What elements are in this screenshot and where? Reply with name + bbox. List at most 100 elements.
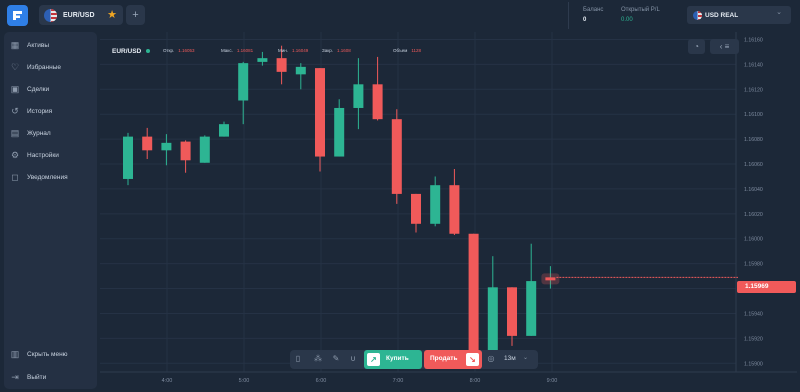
chevron-down-icon[interactable]: ⌄ [523, 354, 528, 361]
y-tick-label: 1.16060 [744, 162, 763, 168]
y-tick-label: 1.16120 [744, 87, 763, 93]
draw-icon[interactable]: ✎ [330, 353, 342, 365]
current-price-tag: 1.15969 [737, 281, 796, 293]
chevron-left-icon: ‹ ≡ [719, 42, 730, 51]
high-value: 1.16081 [236, 48, 254, 53]
candle-body [257, 58, 268, 62]
collapse-panel-button[interactable]: ‹ ≡ [710, 39, 739, 54]
balance-label: Баланс [583, 7, 604, 13]
sidebar-item-favorites[interactable]: ♡ Избранные [10, 61, 61, 73]
sidebar-item-history[interactable]: ↺ История [10, 105, 52, 117]
candle-body [449, 185, 460, 234]
close-label: Закр. [322, 48, 333, 53]
sidebar-item-label: Сделки [27, 85, 50, 93]
sidebar-item-settings[interactable]: ⚙ Настройки [10, 149, 59, 161]
live-indicator-icon [146, 49, 151, 53]
candle-body [142, 136, 153, 151]
timer-icon[interactable]: ◎ [485, 353, 497, 365]
y-tick-label: 1.15980 [744, 262, 763, 268]
low-label: Мин. [278, 48, 288, 53]
book-icon: ▤ [10, 128, 20, 138]
indicators-icon[interactable]: ⁂ [312, 353, 324, 365]
sell-button[interactable]: Продать ↘ [424, 350, 482, 369]
ohlc-volume: Объем 1128 [393, 48, 421, 53]
candle-body [526, 281, 537, 336]
account-selector[interactable]: USD REAL ⌄ [687, 6, 791, 24]
close-value: 1.1608 [336, 48, 351, 53]
grid-icon: ▦ [10, 40, 20, 50]
pl-label: Открытый P/L [621, 7, 660, 13]
candle-body [353, 84, 364, 108]
open-value: 1.16053 [178, 48, 195, 53]
candle-body [430, 185, 441, 224]
trade-bar: ▯ ⁂ ✎ ∪ ↗ Купить Продать ↘ ◎ 13м ⌄ [290, 350, 538, 369]
buy-button[interactable]: ↗ Купить [364, 350, 422, 369]
timeframe-value[interactable]: 13м [504, 355, 516, 362]
candle-body [276, 58, 287, 72]
y-tick-label: 1.16040 [744, 187, 763, 193]
candle-body [372, 84, 383, 120]
y-tick-label: 1.16020 [744, 212, 763, 218]
app-logo[interactable] [7, 5, 28, 26]
candle-body [411, 193, 421, 224]
high-label: Макс. [221, 48, 233, 53]
asset-tab-eurusd[interactable]: EUR/USD ★ [39, 5, 123, 25]
ohlc-close: Закр. 1.1608 [322, 48, 351, 53]
sidebar-item-label: Активы [27, 41, 49, 49]
logout-icon: ⇥ [11, 372, 19, 382]
chart-header: EUR/USD [112, 47, 151, 55]
layout-icon[interactable]: ▯ [292, 353, 304, 365]
bell-icon: ◻ [11, 172, 19, 182]
collapse-icon: ▥ [10, 349, 20, 359]
chevron-down-icon: ⌄ [776, 9, 782, 16]
favorite-star-icon[interactable]: ★ [107, 8, 117, 21]
top-bar: EUR/USD ★ + Баланс 0 Открытый P/L 0.00 U… [0, 0, 800, 30]
history-icon: ↺ [11, 106, 19, 116]
candle-body [238, 63, 249, 101]
buy-label: Купить [386, 355, 409, 362]
y-tick-label: 1.16140 [744, 62, 763, 68]
y-tick-label: 1.16000 [744, 237, 763, 243]
current-candle-glow [541, 273, 560, 285]
y-tick-label: 1.15900 [744, 361, 763, 367]
candle-body [180, 141, 191, 161]
candle-body [295, 66, 306, 75]
clock-icon: ◔ [694, 42, 699, 51]
y-tick-label: 1.16080 [744, 137, 763, 143]
sidebar-item-label: Избранные [27, 63, 61, 71]
arrow-down-right-icon: ↘ [466, 353, 479, 366]
candle-body [315, 68, 325, 157]
balance-panel: Баланс 0 Открытый P/L 0.00 [568, 2, 678, 29]
chart-type-button[interactable]: ◔ [688, 39, 705, 54]
volume-value: 1128 [411, 48, 422, 53]
briefcase-icon: ▣ [10, 84, 20, 94]
price-chart[interactable]: 1.16160 1.16140 1.16120 1.16100 1.16080 1.160… [100, 32, 797, 389]
sidebar-item-label: Уведомления [27, 173, 68, 181]
magnet-icon[interactable]: ∪ [347, 353, 359, 365]
gear-icon: ⚙ [10, 150, 20, 160]
candle-body [219, 124, 229, 137]
pl-value: 0.00 [621, 17, 633, 23]
sidebar-item-trades[interactable]: ▣ Сделки [10, 83, 49, 95]
eurusd-flag-icon [44, 8, 57, 22]
add-tab-button[interactable]: + [126, 5, 145, 25]
candle-body [199, 136, 210, 163]
candle-body [123, 136, 133, 179]
sidebar-item-assets[interactable]: ▦ Активы [10, 39, 49, 51]
candlestick-chart[interactable]: 1.16160 1.16140 1.16120 1.16100 1.16080 1.160… [100, 32, 797, 389]
candle-body [487, 287, 498, 359]
y-tick-label: 1.16160 [744, 37, 763, 43]
volume-label: Объем [393, 48, 408, 53]
candle-body [161, 142, 172, 151]
sidebar-logout[interactable]: ⇥ Выйти [10, 371, 46, 383]
asset-tab-label: EUR/USD [63, 11, 95, 19]
x-tick-label: 8:00 [470, 378, 481, 384]
sidebar-hide-menu[interactable]: ▥ Скрыть меню [10, 348, 68, 360]
candle-body [334, 107, 345, 157]
sidebar-item-journal[interactable]: ▤ Журнал [10, 127, 51, 139]
y-tick-label: 1.15940 [744, 311, 763, 317]
sidebar-item-label: Скрыть меню [27, 350, 68, 358]
sidebar-item-label: Настройки [27, 151, 59, 159]
sidebar-item-label: Выйти [27, 373, 47, 381]
sidebar-item-notifications[interactable]: ◻ Уведомления [10, 171, 68, 183]
